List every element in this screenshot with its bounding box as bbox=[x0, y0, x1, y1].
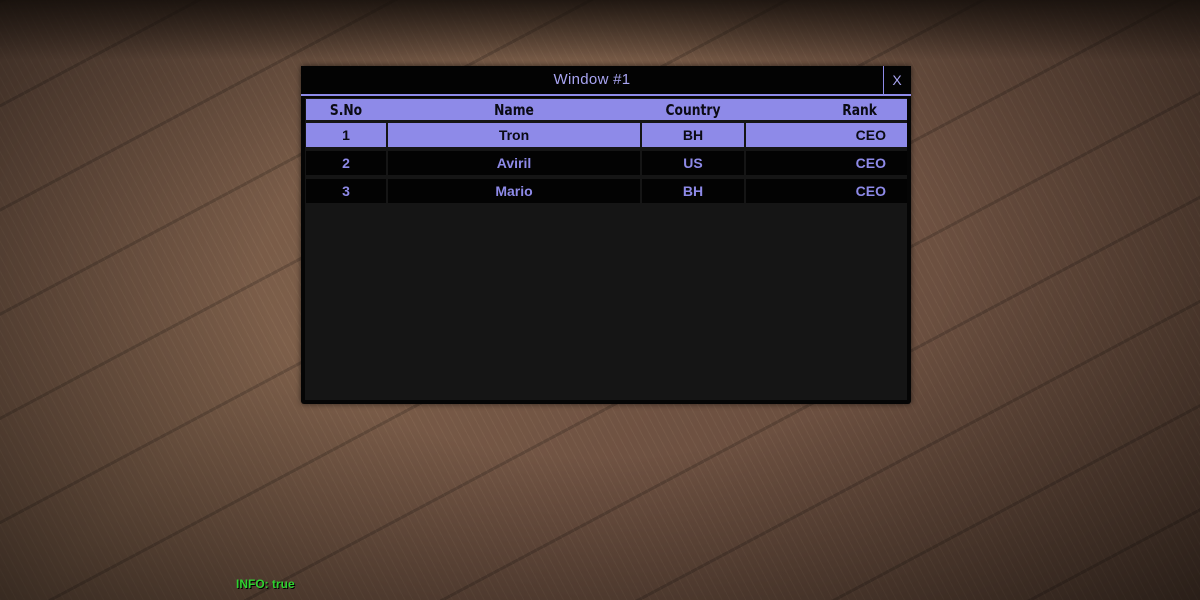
cell-name: Mario bbox=[388, 179, 640, 203]
cell-sno: 2 bbox=[306, 151, 386, 175]
dialog-window[interactable]: Window #1 X S.No Name Country Rank 1 Tro… bbox=[301, 66, 911, 404]
column-header-rank[interactable]: Rank bbox=[760, 99, 892, 120]
cell-sno: 1 bbox=[306, 123, 386, 147]
cell-name: Aviril bbox=[388, 151, 640, 175]
column-header-sno[interactable]: S.No bbox=[313, 99, 379, 120]
table-row[interactable]: 3 Mario BH CEO bbox=[306, 179, 907, 203]
info-status-text: INFO: true bbox=[236, 577, 295, 591]
cell-country: BH bbox=[642, 123, 744, 147]
cell-rank: CEO bbox=[746, 151, 907, 175]
table-row[interactable]: 1 Tron BH CEO bbox=[306, 123, 907, 147]
column-header-country[interactable]: Country bbox=[651, 99, 735, 120]
table-header: S.No Name Country Rank bbox=[306, 99, 907, 120]
cell-name: Tron bbox=[388, 123, 640, 147]
cell-country: US bbox=[642, 151, 744, 175]
window-title: Window #1 bbox=[553, 71, 631, 88]
table-row[interactable]: 2 Aviril US CEO bbox=[306, 151, 907, 175]
cell-country: BH bbox=[642, 179, 744, 203]
close-button[interactable]: X bbox=[883, 66, 910, 94]
cell-rank: CEO bbox=[746, 179, 907, 203]
cell-rank: CEO bbox=[746, 123, 907, 147]
list-panel[interactable]: S.No Name Country Rank 1 Tron BH CEO 2 A… bbox=[305, 98, 907, 400]
background-shadow bbox=[0, 0, 1200, 60]
titlebar-divider bbox=[301, 94, 911, 96]
window-titlebar[interactable]: Window #1 X bbox=[301, 66, 911, 94]
cell-sno: 3 bbox=[306, 179, 386, 203]
column-header-name[interactable]: Name bbox=[411, 99, 618, 120]
